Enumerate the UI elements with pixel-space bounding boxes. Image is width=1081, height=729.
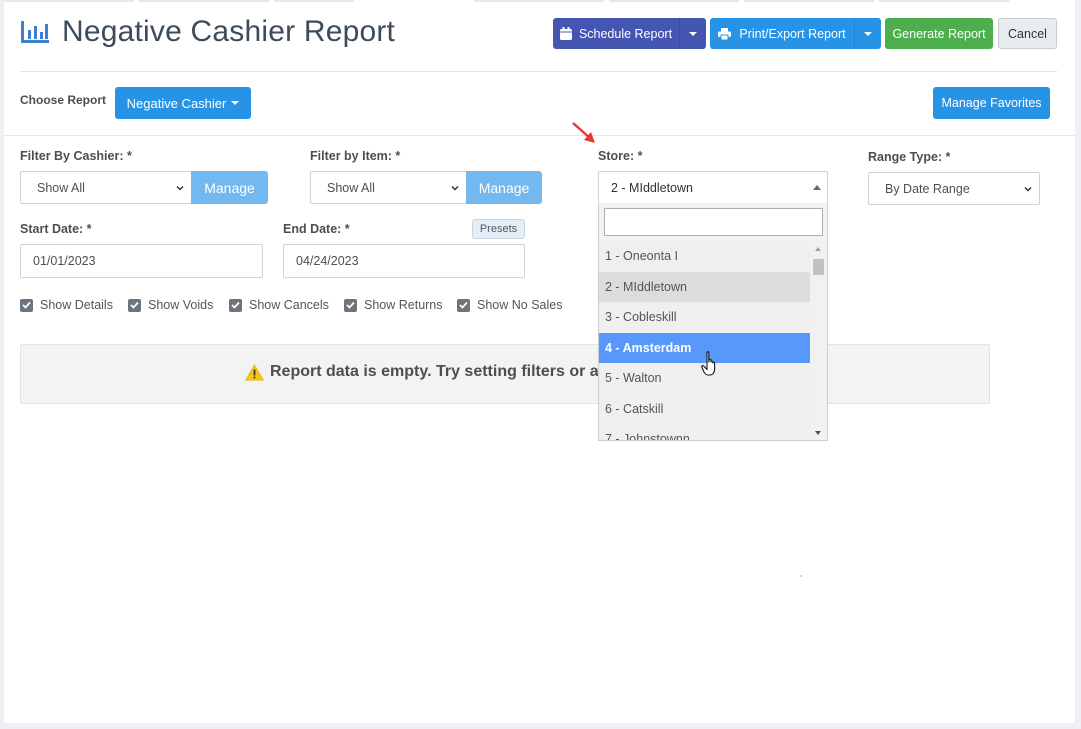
cancel-button[interactable]: Cancel xyxy=(998,18,1057,49)
choose-report-value: Negative Cashier xyxy=(126,95,227,111)
scroll-thumb[interactable] xyxy=(813,259,824,275)
store-option[interactable]: 3 - Cobleskill xyxy=(599,302,810,333)
alert-content: Report data is empty. Try setting filter… xyxy=(245,363,608,381)
store-label: Store: * xyxy=(598,149,643,163)
caret-down-icon xyxy=(231,101,240,105)
store-dropdown-scrollbar[interactable] xyxy=(810,241,827,440)
end-date-label: End Date: * xyxy=(283,222,350,236)
report-page: Negative Cashier Report Schedule Report … xyxy=(4,0,1075,723)
chevron-down-icon xyxy=(176,185,184,191)
show-cancels-checkbox[interactable]: Show Cancels xyxy=(229,298,329,312)
filter-cashier-label: Filter By Cashier: * xyxy=(20,149,132,163)
end-date-input[interactable]: 04/24/2023 xyxy=(283,244,525,278)
show-details-label: Show Details xyxy=(40,298,113,312)
checkbox-checked-icon xyxy=(229,298,242,312)
manage-item-button[interactable]: Manage xyxy=(466,171,542,204)
calendar-icon xyxy=(559,27,572,40)
schedule-report-button[interactable]: Schedule Report xyxy=(553,18,679,49)
item-select-value: Show All xyxy=(327,180,375,195)
choose-report-dropdown[interactable]: Negative Cashier xyxy=(115,87,251,119)
decorative-dot xyxy=(800,575,802,577)
show-returns-label: Show Returns xyxy=(364,298,443,312)
caret-down-icon xyxy=(863,31,872,36)
show-no-sales-label: Show No Sales xyxy=(477,298,563,312)
caret-down-icon xyxy=(688,31,697,36)
show-voids-label: Show Voids xyxy=(148,298,214,312)
store-options-list: 1 - Oneonta I 2 - MIddletown 3 - Coblesk… xyxy=(599,241,810,440)
manage-favorites-button[interactable]: Manage Favorites xyxy=(933,87,1050,119)
chevron-down-icon xyxy=(451,185,459,191)
print-export-button[interactable]: Print/Export Report xyxy=(710,18,854,49)
start-date-label: Start Date: * xyxy=(20,222,92,236)
store-option[interactable]: 2 - MIddletown xyxy=(599,271,810,302)
store-search-input[interactable] xyxy=(604,208,823,236)
checkbox-checked-icon xyxy=(344,298,357,312)
alert-message: Report data is empty. Try setting filter… xyxy=(270,363,609,380)
range-type-select[interactable]: By Date Range xyxy=(868,172,1040,205)
range-type-label: Range Type: * xyxy=(868,150,951,164)
range-type-value: By Date Range xyxy=(885,181,970,196)
annotation-arrow-icon xyxy=(572,122,595,143)
show-cancels-label: Show Cancels xyxy=(249,298,329,312)
store-option[interactable]: 7 - Johnstownn xyxy=(599,424,810,440)
store-dropdown: 1 - Oneonta I 2 - MIddletown 3 - Coblesk… xyxy=(598,203,828,441)
caret-up-icon xyxy=(813,185,821,190)
warning-icon xyxy=(245,363,264,380)
filter-item-label: Filter by Item: * xyxy=(310,149,401,163)
schedule-report-label: Schedule Report xyxy=(578,26,673,41)
generate-report-label: Generate Report xyxy=(892,26,986,41)
manage-cashier-button[interactable]: Manage xyxy=(191,171,268,204)
presets-button[interactable]: Presets xyxy=(472,219,525,239)
checkbox-checked-icon xyxy=(128,298,141,312)
print-export-label: Print/Export Report xyxy=(739,26,846,41)
hand-cursor-icon xyxy=(701,351,716,376)
scroll-up-icon[interactable] xyxy=(815,247,821,251)
store-select[interactable]: 2 - MIddletown xyxy=(598,171,828,204)
scroll-down-icon[interactable] xyxy=(815,431,821,435)
checkbox-checked-icon xyxy=(20,298,33,312)
store-option[interactable]: 1 - Oneonta I xyxy=(599,241,810,272)
cancel-label: Cancel xyxy=(1008,26,1047,41)
divider xyxy=(4,135,1075,136)
show-details-checkbox[interactable]: Show Details xyxy=(20,298,113,312)
cashier-select[interactable]: Show All xyxy=(20,171,192,204)
divider xyxy=(20,71,1057,72)
generate-report-button[interactable]: Generate Report xyxy=(885,18,993,49)
top-tab-strip xyxy=(4,0,1075,3)
start-date-input[interactable]: 01/01/2023 xyxy=(20,244,263,278)
cashier-select-value: Show All xyxy=(37,180,85,195)
store-select-value: 2 - MIddletown xyxy=(611,180,693,195)
checkbox-checked-icon xyxy=(457,298,470,312)
show-returns-checkbox[interactable]: Show Returns xyxy=(344,298,443,312)
store-option[interactable]: 6 - Catskill xyxy=(599,393,810,424)
printer-icon xyxy=(718,27,732,40)
item-select[interactable]: Show All xyxy=(310,171,467,204)
show-no-sales-checkbox[interactable]: Show No Sales xyxy=(457,298,562,312)
print-export-dropdown-toggle[interactable] xyxy=(854,18,881,49)
chevron-down-icon xyxy=(1024,186,1032,192)
schedule-report-dropdown-toggle[interactable] xyxy=(679,18,706,49)
bar-chart-icon xyxy=(21,21,49,43)
empty-report-alert: Report data is empty. Try setting filter… xyxy=(20,344,990,404)
show-voids-checkbox[interactable]: Show Voids xyxy=(128,298,213,312)
choose-report-label: Choose Report xyxy=(20,93,107,107)
manage-favorites-label: Manage Favorites xyxy=(941,96,1042,110)
page-title: Negative Cashier Report xyxy=(62,15,396,48)
